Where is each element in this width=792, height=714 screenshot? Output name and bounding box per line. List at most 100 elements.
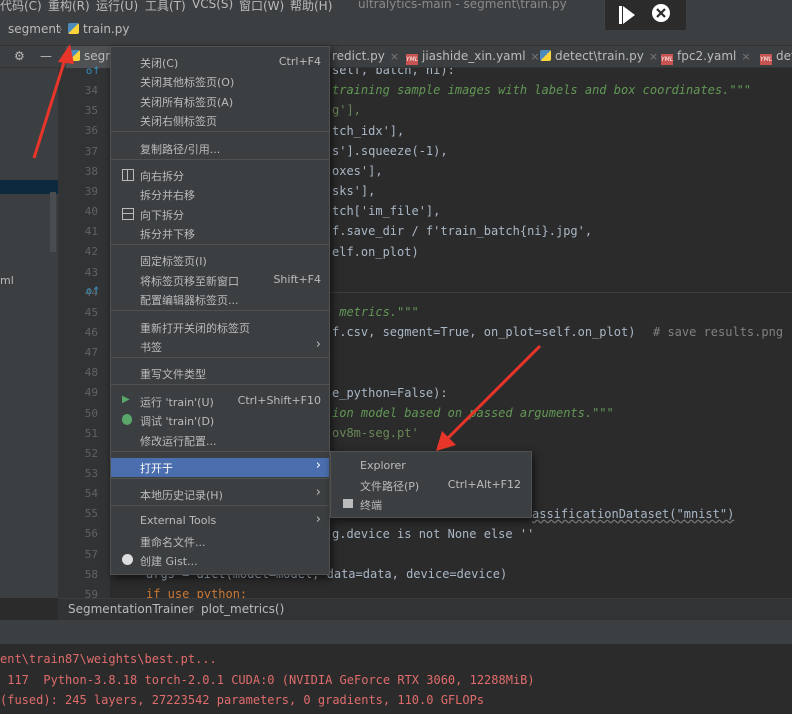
debug-bug-icon (122, 414, 132, 425)
menu-close-right[interactable]: 关闭右侧标签页 (111, 111, 329, 130)
menu-local-history[interactable]: 本地历史记录(H) › (111, 485, 329, 504)
close-tab-icon[interactable]: × (390, 50, 399, 63)
window-title: ultralytics-main - segment\train.py (358, 0, 567, 11)
code-line: g.device is not None else '' (332, 527, 535, 541)
python-file-icon (540, 50, 551, 61)
code-line: e_python=False): (332, 386, 448, 400)
line-number: 40 (84, 205, 98, 218)
override-method-icon[interactable]: o↑ (86, 66, 101, 77)
close-tab-icon[interactable]: × (741, 50, 750, 63)
menu-help[interactable]: 帮助(H) (290, 0, 332, 12)
menu-split-move-right[interactable]: 拆分并右移 (111, 185, 329, 204)
chevron-right-icon: › (58, 22, 63, 36)
split-vertical-icon (122, 169, 134, 181)
menu-close-others[interactable]: 关闭其他标签页(O) (111, 72, 329, 91)
tab-detect-train[interactable]: detect\train.py × (540, 46, 658, 68)
menu-window[interactable]: 窗口(W) (239, 0, 284, 12)
open-in-submenu: Explorer 文件路径(P) Ctrl+Alt+F12 终端 (330, 451, 532, 518)
code-line: g'], (332, 103, 361, 117)
menu-refactor[interactable]: 重构(R) (48, 0, 90, 12)
menu-vcs[interactable]: VCS(S) (192, 0, 233, 11)
close-tab-icon[interactable]: × (649, 50, 658, 63)
code-comment: # save results.png (653, 325, 784, 339)
console-header (0, 620, 792, 644)
line-number: 58 (84, 568, 98, 581)
code-line: tch_idx'], (332, 124, 405, 138)
breadcrumb-file[interactable]: train.py (68, 22, 129, 36)
submenu-explorer[interactable]: Explorer (331, 457, 531, 476)
menu-reopen-closed[interactable]: 重新打开关闭的标签页 (111, 318, 329, 337)
chevron-right-icon: › (315, 458, 321, 473)
run-icon: ▶ (122, 394, 130, 405)
menu-config-tabs[interactable]: 配置编辑器标签页... (111, 290, 329, 309)
yaml-file-icon: YML (760, 54, 773, 65)
breadcrumb-folder[interactable]: segment (8, 22, 61, 36)
code-line: ov8m-seg.pt' (332, 426, 419, 440)
python-file-icon (69, 50, 80, 61)
menu-close[interactable]: 关闭(C) Ctrl+F4 (111, 53, 329, 72)
line-number: 57 (84, 548, 98, 561)
code-line: assificationDataset("mnist") (532, 507, 735, 521)
tab-fpc2[interactable]: YML fpc2.yaml × (661, 46, 751, 68)
menu-run[interactable]: 运行(U) (96, 0, 138, 12)
menu-modify-run[interactable]: 修改运行配置... (111, 431, 329, 450)
code-line: if use_python: (146, 587, 248, 598)
menu-bookmarks[interactable]: 书签 › (111, 337, 329, 356)
submenu-file-path[interactable]: 文件路径(P) Ctrl+Alt+F12 (331, 476, 531, 495)
menu-separator (111, 357, 329, 358)
tab-segment-train[interactable]: segm (66, 46, 117, 68)
menu-separator (111, 310, 329, 311)
line-number: 41 (84, 225, 98, 238)
line-number: 35 (84, 104, 98, 117)
line-number: 54 (84, 487, 98, 500)
menu-rename-file[interactable]: 重命名文件... (111, 532, 329, 551)
terminal-icon (343, 499, 353, 508)
python-file-icon (68, 23, 79, 34)
menu-tools[interactable]: 工具(T) (145, 0, 186, 12)
menu-separator (111, 159, 329, 160)
menu-override-type[interactable]: 重写文件类型 (111, 364, 329, 383)
project-item-label[interactable]: ml (0, 274, 14, 287)
menu-copy-path[interactable]: 复制路径/引用... (111, 139, 329, 158)
close-tab-icon[interactable]: × (531, 50, 540, 63)
yaml-file-icon: YML (661, 54, 674, 65)
menu-create-gist[interactable]: 创建 Gist... (111, 551, 329, 570)
menu-split-down[interactable]: 向下拆分 (111, 205, 329, 224)
submenu-terminal[interactable]: 终端 (331, 495, 531, 514)
tab-predict[interactable]: redict.py × (332, 46, 399, 68)
github-icon (122, 554, 133, 565)
menu-debug[interactable]: 调试 'train'(D) (111, 411, 329, 430)
menu-code[interactable]: 代码(C) (0, 0, 42, 12)
line-number: 38 (84, 165, 98, 178)
chevron-right-icon: › (190, 602, 195, 616)
line-number: 46 (84, 326, 98, 339)
line-number: 50 (84, 407, 98, 420)
tab-context-menu: 关闭(C) Ctrl+F4 关闭其他标签页(O) 关闭所有标签页(A) 关闭右侧标… (110, 46, 330, 575)
crumb-method[interactable]: plot_metrics() (201, 602, 284, 616)
code-line: ion model based on passed arguments.""" (332, 406, 614, 420)
line-number: 47 (84, 346, 98, 359)
crumb-class[interactable]: SegmentationTrainer (68, 602, 193, 616)
menu-split-right[interactable]: 向右拆分 (111, 166, 329, 185)
project-scrollbar[interactable] (50, 192, 56, 252)
minimize-icon[interactable]: — (40, 46, 52, 68)
tab-jiashide-xin[interactable]: YML jiashide_xin.yaml × (406, 46, 540, 68)
menu-run[interactable]: ▶ 运行 'train'(U) Ctrl+Shift+F10 (111, 392, 329, 411)
chevron-right-icon: › (315, 337, 321, 352)
code-structure-breadcrumb: SegmentationTrainer › plot_metrics() (58, 598, 792, 620)
close-circle-icon[interactable] (652, 4, 670, 22)
menu-open-in[interactable]: 打开于 › (111, 458, 329, 477)
menu-separator (111, 451, 329, 452)
menu-external-tools[interactable]: External Tools › (111, 512, 329, 531)
override-method-icon[interactable]: o↑ (86, 286, 101, 297)
menu-move-to-window[interactable]: 将标签页移至新窗口 Shift+F4 (111, 271, 329, 290)
line-number: 39 (84, 185, 98, 198)
tab-def[interactable]: YMLdef (760, 46, 792, 68)
menu-split-move-down[interactable]: 拆分并下移 (111, 224, 329, 243)
floating-toolbar (604, 0, 686, 30)
settings-gear-icon[interactable]: ⚙ (14, 46, 25, 68)
menu-close-all[interactable]: 关闭所有标签页(A) (111, 92, 329, 111)
play-icon[interactable] (619, 6, 635, 24)
console-line: ent\train87\weights\best.pt... (0, 652, 217, 666)
menu-pin-tab[interactable]: 固定标签页(I) (111, 251, 329, 270)
